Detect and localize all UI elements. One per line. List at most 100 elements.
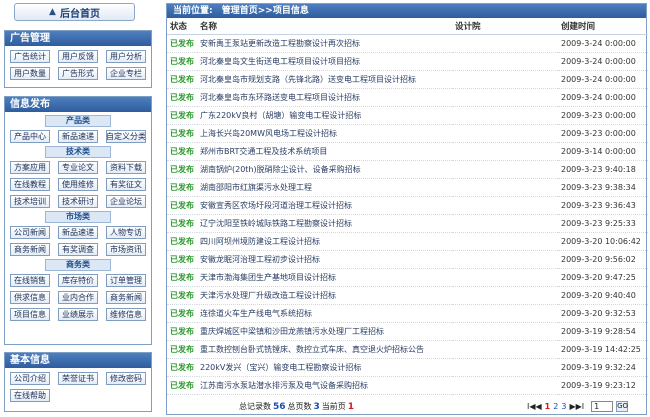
last-page-icon[interactable]: ▶▶I <box>569 402 584 411</box>
sidebar-button[interactable]: 在线帮助 <box>10 389 50 402</box>
sidebar-button[interactable]: 广告形式 <box>58 67 98 80</box>
name-link[interactable]: 重庆焊城区中梁镇和沙田龙燕镇污水处理厂工程招标 <box>197 322 452 342</box>
table-row: 已发布 辽宁沈阳至铁岭城际铁路工程勘察设计招标 2009-3-23 9:25:33 <box>167 214 648 234</box>
time-cell: 2009-3-24 0:00:00 <box>558 70 648 89</box>
time-cell: 2009-3-19 14:42:25 <box>558 340 648 360</box>
name-link[interactable]: 辽宁沈阳至铁岭城际铁路工程勘察设计招标 <box>197 214 452 234</box>
name-link[interactable]: 上海长兴岛20MW风电场工程设计招标 <box>197 124 452 143</box>
sidebar-button[interactable]: 专业论文 <box>58 161 98 174</box>
time-cell: 2009-3-23 0:00:00 <box>558 124 648 143</box>
sidebar-button[interactable]: 使用维修 <box>58 178 98 191</box>
sidebar-button[interactable]: 供求信息 <box>10 291 50 304</box>
status-cell: 已发布 <box>167 376 197 396</box>
design-cell <box>452 358 558 378</box>
go-button[interactable]: GO <box>616 400 629 412</box>
info-panel-title: 信息发布 <box>5 97 151 112</box>
button-row: 技术培训 技术研讨 企业论坛 <box>5 193 151 210</box>
sidebar-button[interactable]: 有奖调查 <box>58 243 98 256</box>
table-row: 已发布 湖南锅炉(20th)脱硝除尘设计、设备采购招标 2009-3-23 9:40… <box>167 160 648 179</box>
sidebar-button[interactable]: 修改密码 <box>106 372 146 385</box>
name-link[interactable]: 郑州市BRT交通工程及技术系统项目 <box>197 142 452 161</box>
sidebar-button[interactable]: 人物专访 <box>106 226 146 239</box>
sidebar-button[interactable]: 用户数量 <box>10 67 50 80</box>
name-link[interactable]: 安新禹王泵站更新改造工程勘察设计再次招标 <box>197 34 452 53</box>
sidebar-button[interactable]: 新品速递 <box>58 130 98 143</box>
pages-label: 总页数 <box>287 401 312 411</box>
sidebar-button[interactable]: 新品速递 <box>58 226 98 239</box>
name-link[interactable]: 湖南锅炉(20th)脱硝除尘设计、设备采购招标 <box>197 160 452 179</box>
time-cell: 2009-3-19 9:32:24 <box>558 358 648 378</box>
sidebar-button[interactable]: 产品中心 <box>10 130 50 143</box>
time-cell: 2009-3-20 10:06:42 <box>558 232 648 252</box>
sidebar-button[interactable]: 商务新闻 <box>10 243 50 256</box>
page-count: 3 <box>313 401 320 412</box>
sidebar-button[interactable]: 市场资讯 <box>106 243 146 256</box>
button-row: 商务新闻 有奖调查 市场资讯 <box>5 241 151 258</box>
name-link[interactable]: 重工数控刨台卧式铣镗床、数控立式车床、真空退火炉招标公告 <box>197 340 452 360</box>
sidebar-button[interactable]: 在线销售 <box>10 274 50 287</box>
design-cell <box>452 214 558 234</box>
project-table: 状态 名称 设计院 创建时间 已发布 安新禹王泵站更新改造工程勘察设计再次招标 20… <box>167 18 648 396</box>
sidebar-button[interactable]: 企业专栏 <box>106 67 146 80</box>
button-row: 产品中心 新品速递 自定义分类 <box>5 128 151 145</box>
status-cell: 已发布 <box>167 196 197 215</box>
page-jump-input[interactable]: 1 <box>591 400 614 412</box>
name-link[interactable]: 河北秦皇岛市东环路送变电工程项目设计招标 <box>197 88 452 107</box>
sidebar-button[interactable]: 公司新闻 <box>10 226 50 239</box>
page-link-1[interactable]: 1 <box>545 402 551 411</box>
status-cell: 已发布 <box>167 214 197 234</box>
name-link[interactable]: 天津市渤海集团生产基地项目设计招标 <box>197 268 452 288</box>
table-row: 已发布 河北秦皇岛文生街送电工程项目设计项目招标 2009-3-24 0:00:00 <box>167 52 648 71</box>
sidebar-button[interactable]: 维修信息 <box>106 308 146 321</box>
table-row: 已发布 郑州市BRT交通工程及技术系统项目 2009-3-14 0:00:00 <box>167 142 648 161</box>
sidebar-button[interactable]: 订单管理 <box>106 274 146 287</box>
sidebar-button[interactable]: 商务新闻 <box>106 291 146 304</box>
sidebar-button[interactable]: 项目信息 <box>10 308 50 321</box>
pager-nav: I◀◀ 1 2 3 ▶▶I 1 GO <box>527 400 629 412</box>
sidebar-button[interactable]: 有奖征文 <box>106 178 146 191</box>
time-cell: 2009-3-23 0:00:00 <box>558 106 648 125</box>
sidebar-button[interactable]: 企业论坛 <box>106 195 146 208</box>
name-link[interactable]: 连徐道火车生产线电气系统招标 <box>197 304 452 324</box>
pager-info: 总记录数 56 总页数 3 当前页 1 <box>239 401 356 412</box>
time-cell: 2009-3-20 9:40:40 <box>558 286 648 306</box>
first-page-icon[interactable]: I◀◀ <box>527 402 542 411</box>
sidebar-button[interactable]: 用户分析 <box>106 50 146 63</box>
info-panel-body: 产品类 产品中心 新品速递 自定义分类 技术类 方案应用 专业论文 资料下载 在线教程 使用维修有… <box>5 112 151 323</box>
status-cell: 已发布 <box>167 322 197 342</box>
time-cell: 2009-3-20 9:47:25 <box>558 268 648 288</box>
total-label: 总记录数 <box>239 401 271 411</box>
name-link[interactable]: 广东220kV良村（胡塘）输变电工程设计招标 <box>197 106 452 125</box>
sidebar-button[interactable]: 荣誉证书 <box>58 372 98 385</box>
sidebar-button[interactable]: 业绩展示 <box>58 308 98 321</box>
sidebar-button[interactable]: 用户反馈 <box>58 50 98 63</box>
page-link-3[interactable]: 3 <box>561 402 566 411</box>
name-link[interactable]: 四川阿坝州境防建设工程设计招标 <box>197 232 452 252</box>
design-cell <box>452 88 558 107</box>
sidebar-button[interactable]: 广告统计 <box>10 50 50 63</box>
sidebar-button[interactable]: 库存特价 <box>58 274 98 287</box>
sidebar-button[interactable]: 业内合作 <box>58 291 98 304</box>
home-button[interactable]: ▲ 后台首页 <box>14 3 135 21</box>
name-link[interactable]: 安徽龙眠河治理工程初步设计招标 <box>197 250 452 270</box>
name-link[interactable]: 江苏南污水泵站潜水排污泵及电气设备采购招标 <box>197 376 452 396</box>
sidebar-button[interactable]: 自定义分类 <box>106 130 146 143</box>
sidebar-button[interactable]: 技术研讨 <box>58 195 98 208</box>
design-cell <box>452 322 558 342</box>
sidebar-button[interactable]: 资料下载 <box>106 161 146 174</box>
status-cell: 已发布 <box>167 304 197 324</box>
sidebar-button[interactable]: 方案应用 <box>10 161 50 174</box>
page-link-2[interactable]: 2 <box>553 402 558 411</box>
name-link[interactable]: 安徽宣秀区农场圩段河道治理工程设计招标 <box>197 196 452 215</box>
name-link[interactable]: 河北秦皇岛文生街送电工程项目设计项目招标 <box>197 52 452 71</box>
time-cell: 2009-3-19 9:23:12 <box>558 376 648 396</box>
sidebar-button[interactable]: 在线教程 <box>10 178 50 191</box>
design-cell <box>452 376 558 396</box>
name-link[interactable]: 天津污水处理厂升级改造工程设计招标 <box>197 286 452 306</box>
sidebar-button[interactable]: 技术培训 <box>10 195 50 208</box>
name-link[interactable]: 湖南邵阳市红旗渠污水处理工程 <box>197 178 452 197</box>
breadcrumb-path: 管理首页>>项目信息 <box>221 6 309 16</box>
sidebar-button[interactable]: 公司介绍 <box>10 372 50 385</box>
name-link[interactable]: 220kV发兴（宝兴）输变电工程勘察设计招标 <box>197 358 452 378</box>
name-link[interactable]: 河北秦皇岛市规划支路（先锋北路）送变电工程项目设计招标 <box>197 70 452 89</box>
